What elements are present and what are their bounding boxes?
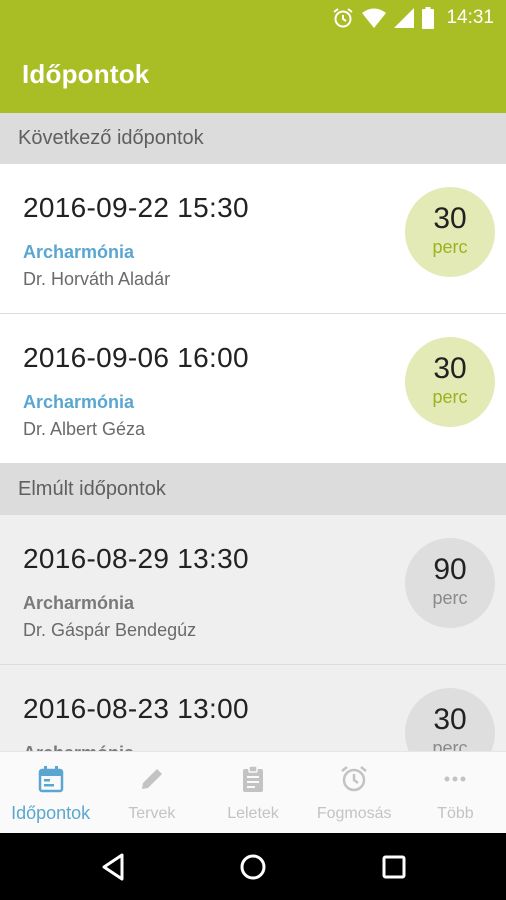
- appointment-doctor: Dr. Albert Géza: [23, 419, 146, 439]
- appointments-list[interactable]: Következő időpontok 2016-09-22 15:30 Arc…: [0, 113, 506, 751]
- section-header-past: Elmúlt időpontok: [0, 464, 506, 515]
- appointment-clinic: Archarmónia: [23, 743, 134, 751]
- home-icon[interactable]: [235, 849, 271, 885]
- status-icons: 14:31: [332, 6, 494, 30]
- duration-badge: 30 perc: [405, 187, 495, 277]
- appointment-doctor: Dr. Gáspár Bendegúz: [23, 620, 197, 640]
- status-bar: 14:31: [0, 0, 506, 35]
- alarm-clock-icon: [341, 766, 367, 792]
- back-icon[interactable]: [96, 849, 132, 885]
- nav-item-leletek[interactable]: Leletek: [202, 752, 303, 833]
- app-bar: Időpontok: [0, 35, 506, 113]
- appointment-datetime: 2016-09-06 16:00: [23, 342, 249, 373]
- appointment-item[interactable]: 2016-09-06 16:00 Archarmónia Dr. Albert …: [0, 314, 506, 464]
- appointment-clinic: Archarmónia: [23, 392, 135, 412]
- signal-icon: [394, 8, 415, 28]
- appointment-datetime: 2016-09-22 15:30: [23, 192, 249, 223]
- calendar-icon: [38, 766, 63, 793]
- appointment-datetime: 2016-08-23 13:00: [23, 693, 249, 724]
- appointment-item[interactable]: 2016-08-23 13:00 Archarmónia 30 perc: [0, 665, 506, 751]
- duration-value: 30: [433, 202, 467, 235]
- appointment-item[interactable]: 2016-08-29 13:30 Archarmónia Dr. Gáspár …: [0, 515, 506, 665]
- duration-unit: perc: [432, 387, 468, 407]
- nav-item-tobb[interactable]: Több: [405, 752, 506, 833]
- recents-icon[interactable]: [376, 849, 412, 885]
- nav-item-idopontok[interactable]: Időpontok: [0, 752, 101, 833]
- nav-label: Leletek: [227, 805, 279, 822]
- duration-unit: perc: [432, 588, 468, 608]
- battery-icon: [422, 7, 435, 29]
- nav-item-tervek[interactable]: Tervek: [101, 752, 202, 833]
- duration-value: 30: [433, 703, 467, 736]
- nav-label: Fogmosás: [316, 805, 392, 822]
- duration-value: 90: [433, 553, 467, 586]
- alarm-icon: [333, 8, 354, 28]
- duration-badge: 90 perc: [405, 538, 495, 628]
- clipboard-icon: [243, 765, 263, 792]
- bottom-navigation: Időpontok Tervek Leletek Fogmosás Több: [0, 751, 506, 833]
- appointment-clinic: Archarmónia: [23, 242, 135, 262]
- appointment-item[interactable]: 2016-09-22 15:30 Archarmónia Dr. Horváth…: [0, 164, 506, 314]
- page-title: Időpontok: [22, 59, 150, 89]
- duration-badge: 30 perc: [405, 688, 495, 751]
- appointment-clinic: Archarmónia: [23, 593, 135, 613]
- duration-value: 30: [433, 352, 467, 385]
- duration-badge: 30 perc: [405, 337, 495, 427]
- more-icon: [444, 776, 466, 782]
- pencil-icon: [141, 769, 162, 789]
- system-navigation-bar: [0, 833, 506, 900]
- nav-label: Időpontok: [11, 803, 91, 823]
- wifi-icon: [362, 8, 387, 28]
- appointment-datetime: 2016-08-29 13:30: [23, 543, 249, 574]
- status-time: 14:31: [446, 7, 494, 28]
- nav-label: Több: [437, 805, 474, 822]
- duration-unit: perc: [432, 237, 468, 257]
- appointment-doctor: Dr. Horváth Aladár: [23, 269, 171, 289]
- nav-item-fogmosas[interactable]: Fogmosás: [304, 752, 405, 833]
- section-header-upcoming: Következő időpontok: [0, 113, 506, 164]
- duration-unit: perc: [432, 738, 468, 751]
- nav-label: Tervek: [128, 805, 176, 822]
